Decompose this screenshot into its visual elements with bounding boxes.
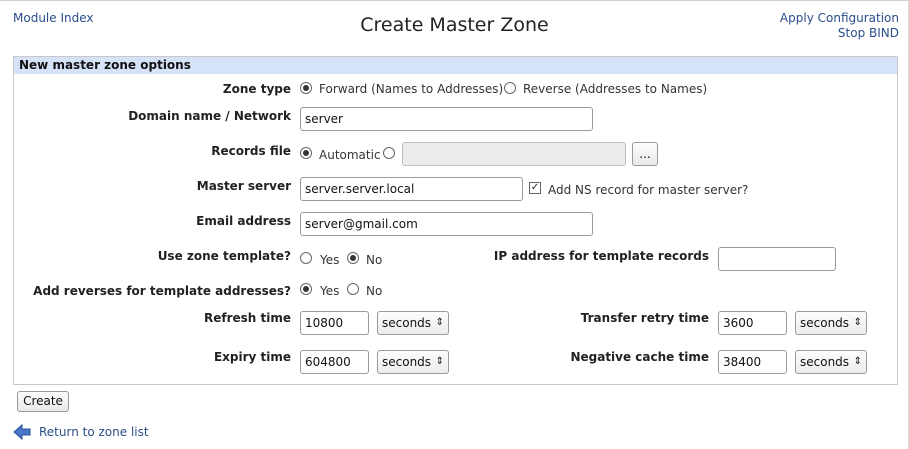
refresh-unit-value: seconds <box>382 316 432 330</box>
expiry-unit-value: seconds <box>382 355 432 369</box>
refresh-time-input[interactable] <box>300 311 369 335</box>
apply-configuration-link[interactable]: Apply Configuration <box>780 11 899 25</box>
zone-type-label: Zone type <box>222 82 291 96</box>
add-reverses-no-label: No <box>366 284 383 298</box>
up-down-chevron-icon: ⇕ <box>435 317 444 328</box>
email-input[interactable] <box>300 212 593 236</box>
records-file-custom-radio[interactable] <box>383 147 395 159</box>
ip-template-input[interactable] <box>718 247 836 271</box>
use-template-label: Use zone template? <box>157 249 291 263</box>
up-down-chevron-icon: ⇕ <box>853 317 862 328</box>
transfer-retry-label: Transfer retry time <box>580 311 709 325</box>
expiry-unit-select[interactable]: seconds ⇕ <box>377 350 449 374</box>
negative-cache-label: Negative cache time <box>570 350 709 364</box>
records-file-label: Records file <box>211 144 291 158</box>
add-reverses-no-radio[interactable] <box>347 283 359 295</box>
stop-bind-link[interactable]: Stop BIND <box>838 26 899 40</box>
domain-label: Domain name / Network <box>128 109 291 123</box>
use-template-no-radio[interactable] <box>347 252 359 264</box>
page-title: Create Master Zone <box>360 14 549 36</box>
create-button[interactable]: Create <box>17 391 69 412</box>
expiry-time-label: Expiry time <box>213 350 291 364</box>
negative-cache-unit-select[interactable]: seconds ⇕ <box>795 350 867 374</box>
email-label: Email address <box>196 214 291 228</box>
domain-input[interactable] <box>300 107 593 131</box>
refresh-unit-select[interactable]: seconds ⇕ <box>377 311 449 335</box>
master-server-input[interactable] <box>300 177 523 201</box>
records-file-automatic-label: Automatic <box>319 148 381 162</box>
up-down-chevron-icon: ⇕ <box>853 356 862 367</box>
records-file-automatic-radio[interactable] <box>300 147 312 159</box>
transfer-retry-input[interactable] <box>718 311 787 335</box>
add-reverses-yes-radio[interactable] <box>300 283 312 295</box>
zone-type-reverse-label: Reverse (Addresses to Names) <box>523 82 708 96</box>
transfer-retry-unit-value: seconds <box>800 316 850 330</box>
zone-type-forward-label: Forward (Names to Addresses) <box>319 82 504 96</box>
negative-cache-input[interactable] <box>718 350 787 374</box>
use-template-yes-label: Yes <box>320 253 340 267</box>
return-to-zone-list-link[interactable]: Return to zone list <box>39 425 149 439</box>
use-template-no-label: No <box>366 253 383 267</box>
records-file-browse-button[interactable]: ... <box>632 142 658 166</box>
zone-type-forward-radio[interactable] <box>300 82 312 94</box>
expiry-time-input[interactable] <box>300 350 369 374</box>
ip-template-label: IP address for template records <box>493 249 709 263</box>
zone-type-reverse-radio[interactable] <box>504 82 516 94</box>
up-down-chevron-icon: ⇕ <box>435 356 444 367</box>
add-reverses-yes-label: Yes <box>320 284 340 298</box>
negative-cache-unit-value: seconds <box>800 355 850 369</box>
transfer-retry-unit-select[interactable]: seconds ⇕ <box>795 311 867 335</box>
panel-header: New master zone options <box>14 57 897 74</box>
records-file-input[interactable] <box>402 142 626 166</box>
ns-record-label: Add NS record for master server? <box>548 183 749 197</box>
master-server-label: Master server <box>196 179 291 193</box>
left-arrow-icon[interactable] <box>13 423 31 441</box>
ns-record-checkbox[interactable]: ✓ <box>529 182 541 194</box>
add-reverses-label: Add reverses for template addresses? <box>33 284 291 298</box>
use-template-yes-radio[interactable] <box>300 252 312 264</box>
top-border <box>0 0 909 1</box>
refresh-time-label: Refresh time <box>203 311 291 325</box>
